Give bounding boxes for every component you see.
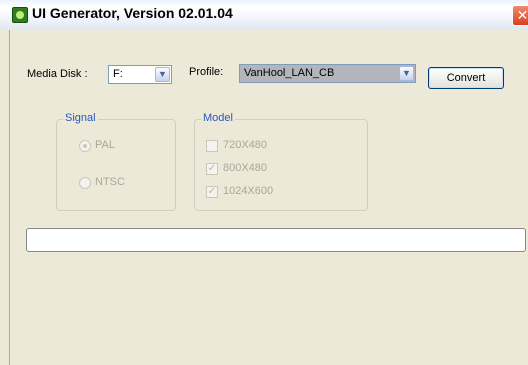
profile-select[interactable]: VanHool_LAN_CB ▼	[239, 64, 416, 83]
close-button[interactable]: ✕	[512, 5, 528, 26]
pal-label: PAL	[95, 139, 115, 151]
model-group: Model 720X480 ✓ 800X480 ✓ 1024X600	[194, 112, 368, 211]
ntsc-label: NTSC	[95, 176, 125, 188]
main-window: UI Generator, Version 02.01.04 ✕ Media D…	[0, 0, 528, 365]
convert-button[interactable]: Convert	[428, 67, 504, 89]
1024x600-checkbox[interactable]: ✓	[206, 186, 218, 198]
profile-label: Profile:	[189, 66, 224, 78]
media-disk-value: F:	[113, 68, 123, 80]
media-disk-select[interactable]: F: ▼	[108, 65, 172, 84]
app-icon	[12, 7, 28, 23]
signal-group-title: Signal	[63, 112, 98, 124]
window-title: UI Generator, Version 02.01.04	[32, 5, 233, 21]
signal-group: Signal PAL NTSC	[56, 112, 176, 211]
ntsc-radio[interactable]	[79, 177, 91, 189]
1024x600-label: 1024X600	[223, 185, 274, 197]
profile-dropdown-icon[interactable]: ▼	[399, 66, 414, 81]
title-bar[interactable]: UI Generator, Version 02.01.04 ✕	[0, 0, 528, 31]
pal-radio[interactable]	[79, 140, 91, 152]
model-group-title: Model	[201, 112, 235, 124]
window-left-edge	[0, 30, 9, 365]
800x480-label: 800X480	[223, 162, 268, 174]
dialog-body: Media Disk : F: ▼ Profile: VanHool_LAN_C…	[9, 30, 528, 365]
800x480-checkbox[interactable]: ✓	[206, 163, 218, 175]
close-icon: ✕	[516, 7, 528, 23]
720x480-checkbox[interactable]	[206, 140, 218, 152]
720x480-label: 720X480	[223, 139, 268, 151]
profile-value: VanHool_LAN_CB	[244, 67, 335, 79]
media-disk-dropdown-icon[interactable]: ▼	[155, 67, 170, 82]
progress-bar	[26, 228, 526, 252]
media-disk-label: Media Disk :	[27, 68, 88, 80]
